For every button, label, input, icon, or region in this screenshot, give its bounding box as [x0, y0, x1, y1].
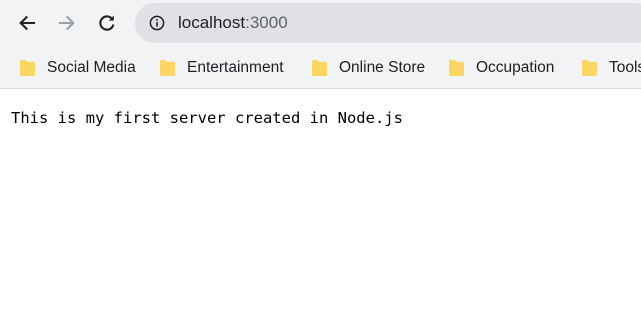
page-body-text: This is my first server created in Node.…	[11, 109, 403, 127]
arrow-left-icon	[19, 15, 36, 31]
bookmark-online-store[interactable]: Online Store	[311, 46, 425, 89]
back-button[interactable]	[12, 8, 42, 38]
bookmark-label: Social Media	[47, 58, 136, 76]
bookmark-label: Occupation	[476, 58, 555, 76]
bookmark-social-media[interactable]: Social Media	[19, 46, 136, 89]
folder-icon	[20, 59, 35, 76]
address-bar[interactable]: localhost:3000	[135, 3, 641, 43]
info-circle-icon[interactable]	[149, 15, 165, 31]
reload-icon	[99, 15, 115, 31]
bookmark-tools[interactable]: Tools	[581, 46, 641, 89]
url-host: localhost	[178, 13, 246, 32]
folder-icon	[582, 59, 597, 76]
bookmark-occupation[interactable]: Occupation	[448, 46, 554, 89]
arrow-right-icon	[58, 15, 75, 31]
reload-button[interactable]	[92, 8, 122, 38]
folder-icon	[312, 59, 327, 76]
browser-toolbar: localhost:3000	[0, 0, 641, 46]
url-port: :3000	[245, 13, 288, 32]
bookmark-label: Online Store	[339, 58, 426, 76]
forward-button[interactable]	[52, 8, 82, 38]
bookmarks-bar: Social Media Entertainment Online Store …	[0, 46, 641, 89]
bookmark-entertainment[interactable]: Entertainment	[159, 46, 284, 89]
bookmark-label: Entertainment	[187, 58, 284, 76]
folder-icon	[160, 59, 175, 76]
bookmark-label: Tools	[609, 58, 641, 76]
url-text[interactable]: localhost:3000	[178, 13, 288, 33]
folder-icon	[449, 59, 464, 76]
